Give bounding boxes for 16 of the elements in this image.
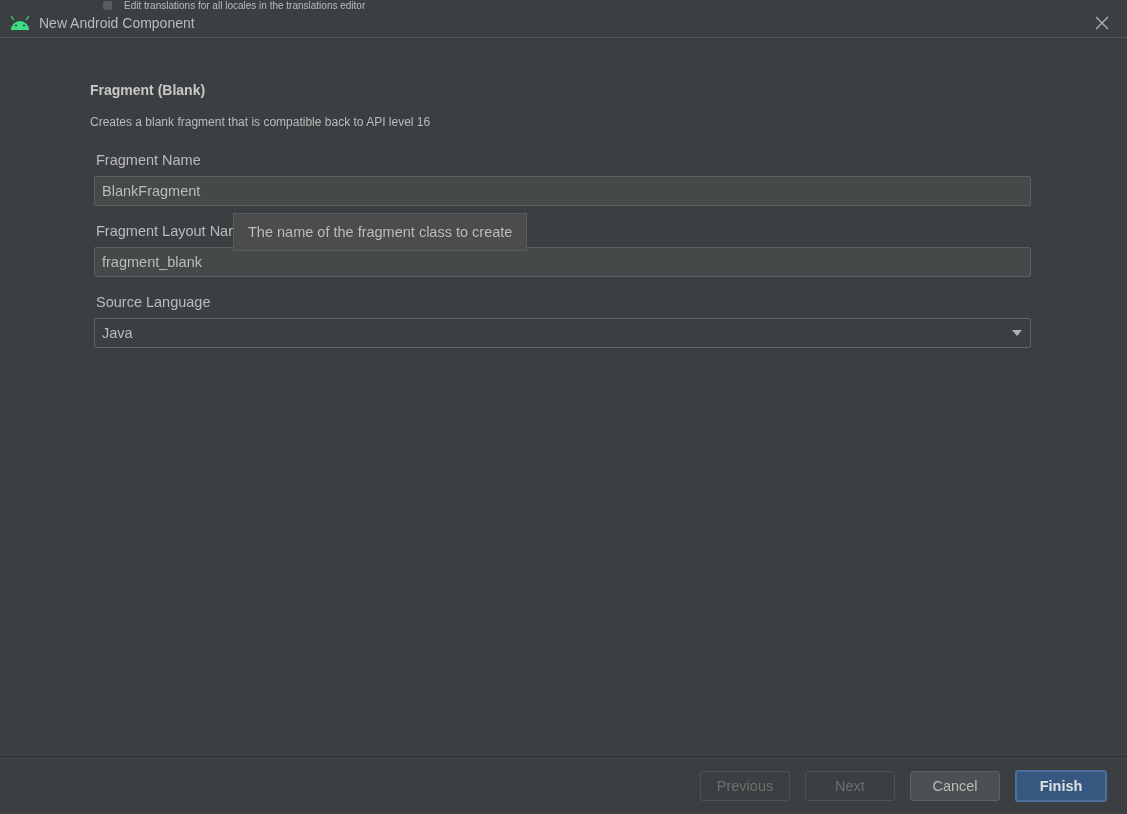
template-description: Creates a blank fragment that is compatible back to API level 16: [90, 115, 432, 129]
dialog-button[interactable]: Finish: [1015, 769, 1107, 802]
close-icon[interactable]: [1095, 15, 1109, 30]
checkbox-label: Edit translations for all locales in the translations editor: [124, 0, 366, 11]
field-label: Source Language: [95, 294, 211, 310]
field-label: Fragment Name: [95, 152, 201, 168]
caret-icon: [1012, 330, 1022, 336]
dialog-button[interactable]: Cancel: [910, 770, 1000, 801]
android-icon: [9, 15, 31, 30]
input-field[interactable]: fragment_blank: [94, 247, 1031, 277]
field-label: Fragment Layout Nar: [95, 223, 233, 239]
tooltip: The name of the fragment class to create: [233, 213, 528, 251]
language-dropdown[interactable]: Java: [94, 318, 1031, 348]
template-title: Fragment (Blank): [90, 82, 207, 98]
window-title: New Android Component: [39, 14, 196, 31]
input-field[interactable]: BlankFragment: [94, 176, 1031, 206]
